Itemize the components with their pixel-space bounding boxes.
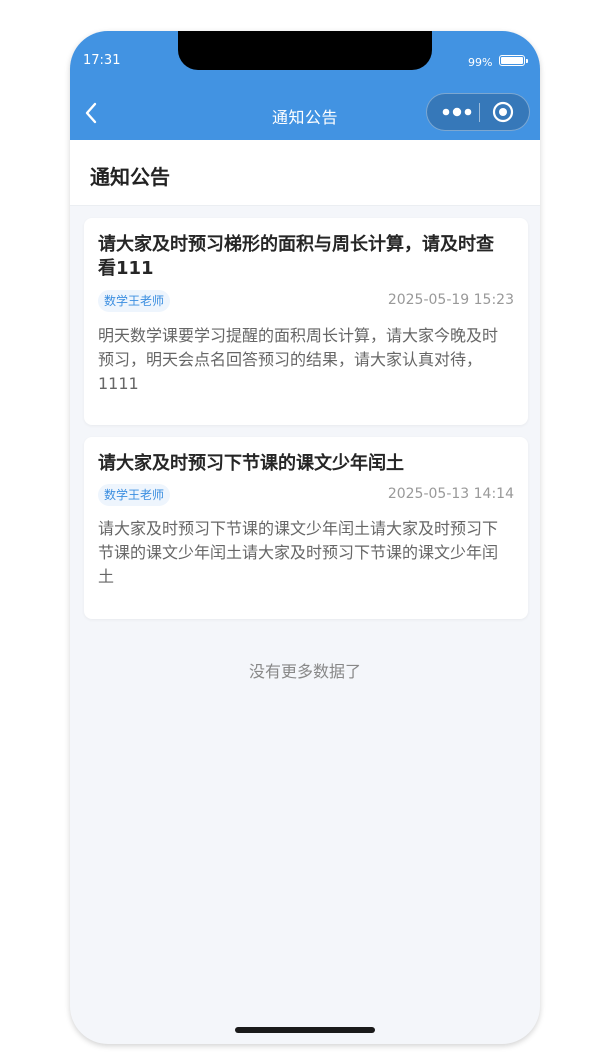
notice-card[interactable]: 请大家及时预习下节课的课文少年闰土 数学王老师 2025-05-13 14:14… — [84, 437, 528, 619]
capsule-menu — [426, 93, 530, 131]
no-more-data-text: 没有更多数据了 — [248, 662, 361, 681]
close-miniprogram-button[interactable] — [491, 100, 515, 124]
notice-title: 请大家及时预习下节课的课文少年闰土 — [98, 453, 404, 474]
target-close-icon — [492, 101, 514, 123]
page-title: 通知公告 — [90, 165, 170, 189]
page-header: 通知公告 — [70, 140, 540, 206]
status-bar: 17:31 99% — [70, 31, 540, 87]
phone-frame: 17:31 99% 通知公告 通知公告 请大家及时预习梯形的面积与周长计算，请及… — [70, 31, 540, 1044]
nav-bar: 通知公告 — [70, 87, 540, 140]
notice-date: 2025-05-19 15:23 — [387, 292, 514, 308]
author-tag: 数学王老师 — [98, 290, 171, 312]
notice-date: 2025-05-13 14:14 — [387, 486, 514, 502]
notch — [178, 31, 432, 70]
notice-card[interactable]: 请大家及时预习梯形的面积与周长计算，请及时查看111 数学王老师 2025-05… — [84, 218, 528, 425]
capsule-divider — [479, 103, 480, 122]
notice-content: 请大家及时预习下节课的课文少年闰土请大家及时预习下节课的课文少年闰土请大家及时预… — [98, 519, 499, 586]
author-tag: 数学王老师 — [98, 484, 171, 506]
home-indicator — [235, 1027, 375, 1033]
notice-content: 明天数学课要学习提醒的面积周长计算，请大家今晚及时预习，明天会点名回答预习的结果… — [98, 326, 499, 393]
more-dots-icon — [442, 107, 472, 117]
notice-title: 请大家及时预习梯形的面积与周长计算，请及时查看111 — [98, 234, 494, 279]
status-time: 17:31 — [83, 53, 121, 68]
more-button[interactable] — [437, 94, 477, 130]
battery-icon — [499, 55, 528, 66]
battery-percentage: 99% — [468, 56, 493, 69]
